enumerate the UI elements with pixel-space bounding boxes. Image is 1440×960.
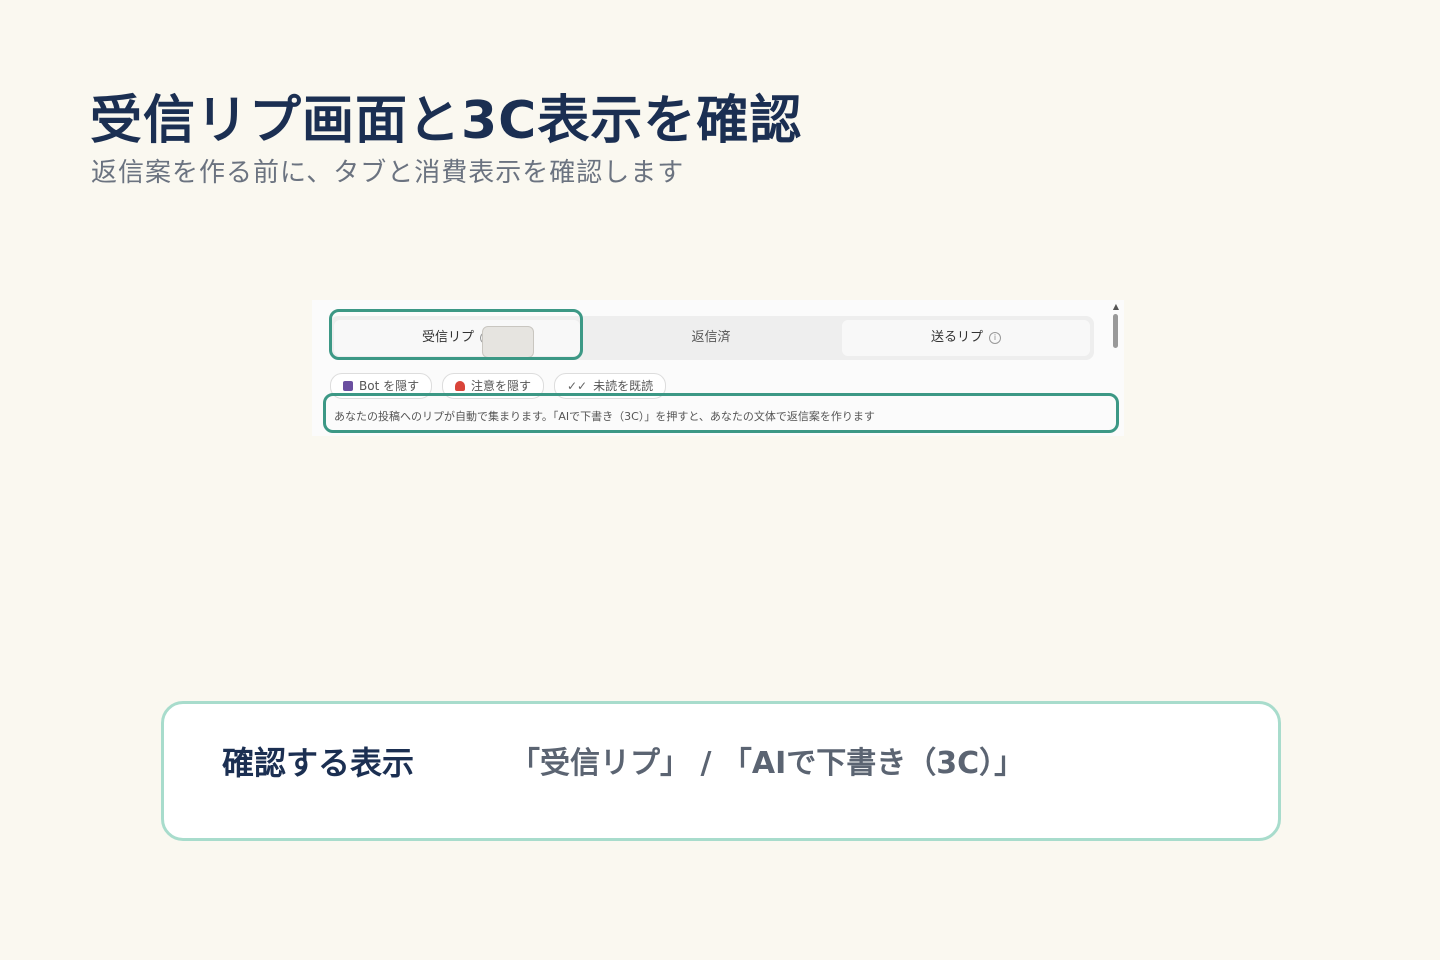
hint-highlight-box [323, 393, 1119, 433]
robot-icon [343, 381, 353, 391]
card-label: 確認する表示 [222, 744, 415, 782]
card-value: 「受信リプ」 / 「AIで下書き（3C）」 [510, 746, 1025, 781]
page-subtitle: 返信案を作る前に、タブと消費表示を確認します [91, 158, 685, 188]
double-check-icon: ✓✓ [567, 379, 588, 393]
info-icon[interactable]: i [989, 331, 1001, 344]
warning-icon [455, 381, 465, 391]
pill-label: Bot を隠す [359, 379, 420, 393]
tab-replied[interactable]: 返信済 [588, 320, 834, 356]
tab-send-replies[interactable]: 送るリプ i [842, 320, 1090, 356]
tab-label: 返信済 [691, 330, 731, 345]
page-title: 受信リプ画面と3C表示を確認 [90, 91, 803, 151]
pill-label: 注意を隠す [471, 379, 532, 393]
summary-card: 確認する表示 「受信リプ」 / 「AIで下書き（3C）」 [161, 701, 1281, 841]
scroll-thumb[interactable] [1113, 314, 1118, 348]
tab-label: 送るリプ [930, 330, 983, 345]
scroll-up-icon[interactable]: ▲ [1113, 302, 1119, 311]
tab-highlight-box [329, 309, 583, 360]
pill-label: 未読を既読 [593, 379, 654, 393]
